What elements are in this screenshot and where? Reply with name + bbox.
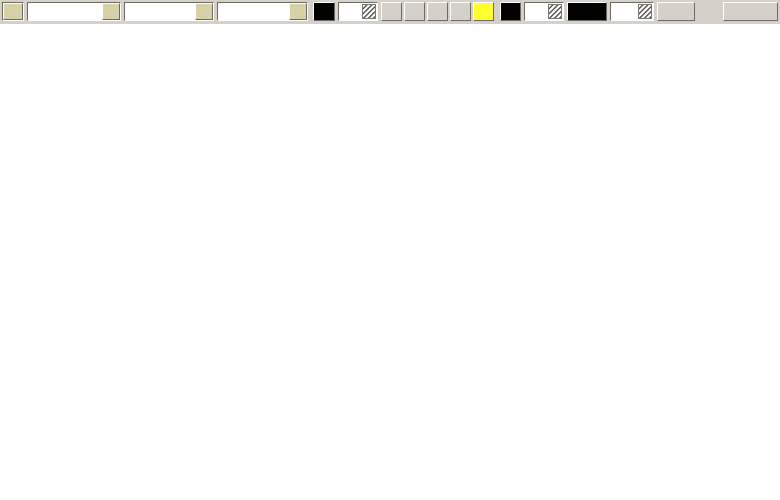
symbol-combobox[interactable] [124, 2, 214, 21]
tick-mode-button[interactable] [500, 2, 521, 21]
period-month-button[interactable] [427, 2, 448, 21]
apply-button[interactable] [657, 2, 695, 21]
oscillator-panel[interactable] [0, 345, 780, 473]
contract-month-combobox[interactable] [217, 2, 308, 21]
main-price-chart[interactable] [0, 26, 780, 345]
bars-count-spinner[interactable] [610, 2, 654, 21]
category-value [28, 3, 102, 20]
chevron-down-icon[interactable] [3, 3, 23, 20]
bars-label-button[interactable] [567, 2, 607, 21]
chevron-down-icon[interactable] [102, 3, 120, 20]
ashi-interval-value [339, 3, 361, 20]
period-tick-button[interactable] [473, 2, 494, 21]
category-combobox[interactable] [27, 2, 121, 21]
spinner-icon[interactable] [638, 4, 652, 19]
contract-month-value [218, 3, 289, 20]
time-axis [0, 477, 738, 497]
period-day-button[interactable] [381, 2, 402, 21]
symbol-value [125, 3, 195, 20]
ashi-type-button[interactable] [313, 2, 335, 21]
spinner-icon[interactable] [548, 4, 562, 19]
period-minute-button[interactable] [450, 2, 471, 21]
bars-count-value [611, 3, 637, 20]
period-week-button[interactable] [404, 2, 425, 21]
tick-count-value [525, 3, 547, 20]
ashi-interval-spinner[interactable] [338, 2, 378, 21]
multi-symbol-button[interactable] [723, 2, 778, 21]
chevron-down-icon[interactable] [195, 3, 213, 20]
chart-application-window [0, 0, 780, 500]
spinner-icon[interactable] [362, 4, 376, 19]
chevron-down-icon[interactable] [289, 3, 307, 20]
tick-count-spinner[interactable] [524, 2, 564, 21]
mini-dropdown[interactable] [2, 2, 24, 21]
toolbar [0, 0, 780, 24]
